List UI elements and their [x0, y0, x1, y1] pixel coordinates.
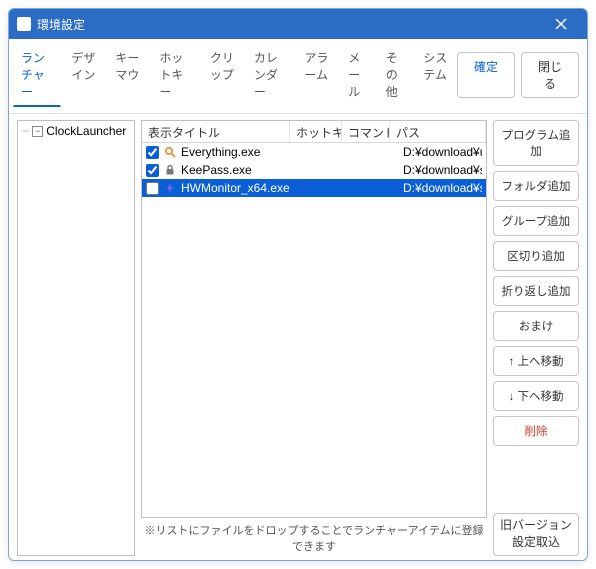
lock-icon [163, 163, 177, 177]
tree-root-item[interactable]: ┈ − ClockLauncher [20, 123, 132, 139]
close-icon[interactable] [543, 13, 579, 35]
tab-2[interactable]: キーマウ [107, 43, 149, 107]
list-header: 表示タイトル ホットキー コマンド パス [142, 121, 486, 143]
tab-strip: ランチャーデザインキーマウホットキークリップカレンダーアラームメールその他システ… [13, 43, 457, 107]
tab-4[interactable]: クリップ [202, 43, 244, 107]
settings-window: 環境設定 ランチャーデザインキーマウホットキークリップカレンダーアラームメールそ… [8, 8, 588, 561]
tab-5[interactable]: カレンダー [246, 43, 295, 107]
tree-root-label: ClockLauncher [46, 124, 126, 138]
move-down-button[interactable]: ↓ 下へ移動 [493, 381, 579, 411]
row-title: Everything.exe [181, 145, 303, 159]
list-body: Everything.exe D:¥download¥utility¥ KeePas… [142, 143, 486, 517]
drop-hint: ※リストにファイルをドロップすることでランチャーアイテムに登録できます [141, 518, 487, 556]
delete-button[interactable]: 削除 [493, 416, 579, 446]
col-path[interactable]: パス [390, 121, 486, 142]
row-path: D:¥download¥securit [403, 163, 482, 177]
row-checkbox[interactable] [146, 146, 159, 159]
legacy-line2: 設定取込 [512, 535, 560, 549]
row-checkbox[interactable] [146, 182, 159, 195]
tab-9[interactable]: システム [415, 43, 457, 107]
side-buttons: プログラム追加 フォルダ追加 グループ追加 区切り追加 折り返し追加 おまけ ↑… [493, 120, 579, 556]
titlebar: 環境設定 [9, 9, 587, 39]
window-title: 環境設定 [37, 16, 85, 33]
tree-connector: ┈ [22, 124, 29, 138]
tree-panel[interactable]: ┈ − ClockLauncher [17, 120, 135, 556]
col-command[interactable]: コマンド [342, 121, 390, 142]
add-wrap-button[interactable]: 折り返し追加 [493, 276, 579, 306]
legacy-line1: 旧バージョン [500, 518, 572, 532]
tab-7[interactable]: メール [340, 43, 376, 107]
move-up-button[interactable]: ↑ 上へ移動 [493, 346, 579, 376]
row-title: KeePass.exe [181, 163, 303, 177]
add-separator-button[interactable]: 区切り追加 [493, 241, 579, 271]
table-row[interactable]: HWMonitor_x64.exe D:¥download¥system [142, 179, 486, 197]
content: ┈ − ClockLauncher 表示タイトル ホットキー コマンド パス E… [9, 114, 587, 560]
tab-1[interactable]: デザイン [63, 43, 105, 107]
row-path: D:¥download¥utility¥ [403, 145, 482, 159]
close-button[interactable]: 閉じる [521, 52, 579, 98]
legacy-import-button[interactable]: 旧バージョン 設定取込 [493, 513, 579, 556]
collapse-icon[interactable]: − [32, 126, 43, 137]
search-icon [163, 145, 177, 159]
table-row[interactable]: KeePass.exe D:¥download¥securit [142, 161, 486, 179]
tab-6[interactable]: アラーム [296, 43, 338, 107]
col-title[interactable]: 表示タイトル [142, 121, 290, 142]
app-icon [17, 17, 31, 31]
bolt-icon [163, 181, 177, 195]
col-hotkey[interactable]: ホットキー [290, 121, 342, 142]
table-row[interactable]: Everything.exe D:¥download¥utility¥ [142, 143, 486, 161]
ok-button[interactable]: 確定 [457, 52, 515, 98]
extra-button[interactable]: おまけ [493, 311, 579, 341]
row-path: D:¥download¥system [403, 181, 482, 195]
add-program-button[interactable]: プログラム追加 [493, 120, 579, 166]
add-folder-button[interactable]: フォルダ追加 [493, 171, 579, 201]
item-list[interactable]: 表示タイトル ホットキー コマンド パス Everything.exe D:¥do… [141, 120, 487, 518]
tab-0[interactable]: ランチャー [13, 43, 61, 107]
add-group-button[interactable]: グループ追加 [493, 206, 579, 236]
tab-8[interactable]: その他 [378, 43, 414, 107]
row-checkbox[interactable] [146, 164, 159, 177]
topbar: ランチャーデザインキーマウホットキークリップカレンダーアラームメールその他システ… [9, 39, 587, 114]
row-title: HWMonitor_x64.exe [181, 181, 303, 195]
tab-3[interactable]: ホットキー [151, 43, 200, 107]
